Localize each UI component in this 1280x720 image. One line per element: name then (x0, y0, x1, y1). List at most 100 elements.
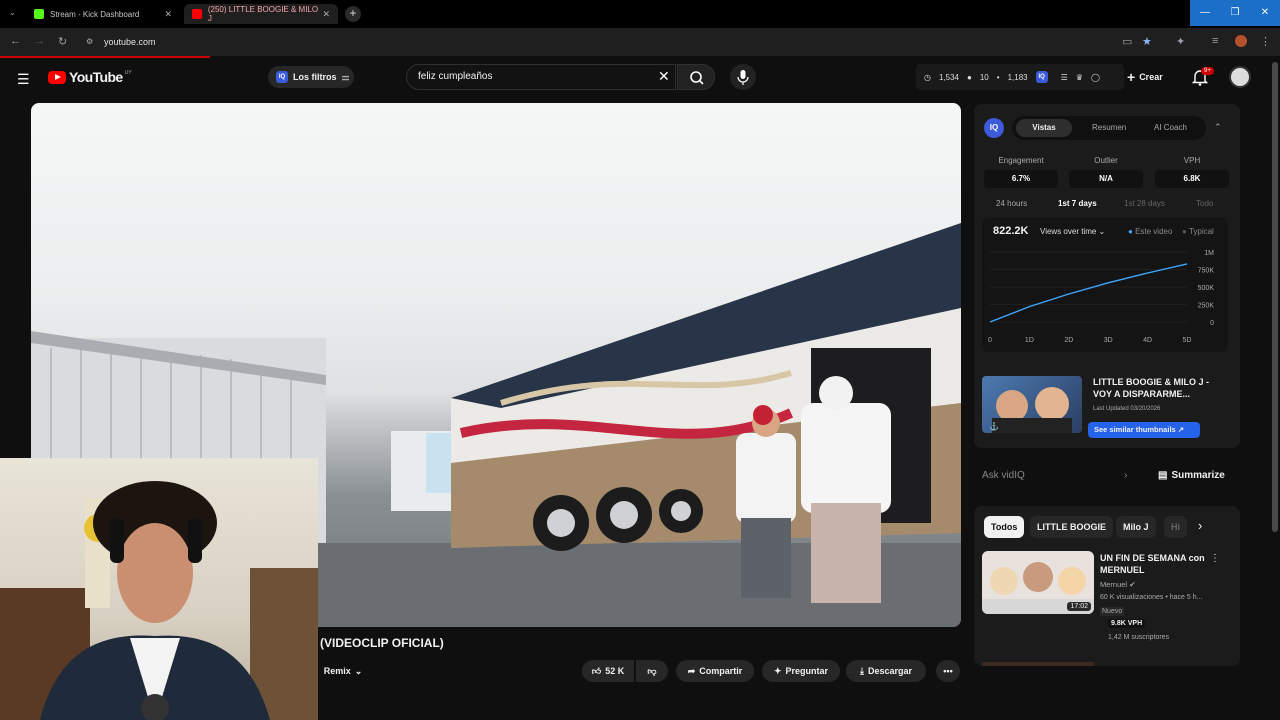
like-button[interactable]: 👍︎ 52 K (582, 660, 634, 682)
minimize-button[interactable]: — (1190, 0, 1220, 26)
sparkle-icon: ✦ (773, 665, 782, 676)
summarize-button[interactable]: ▤ Summarize (1158, 470, 1225, 481)
page-scrollbar[interactable] (1272, 62, 1278, 532)
collapse-icon[interactable]: ⌃ (1214, 122, 1222, 133)
chip-more[interactable]: Hi (1164, 516, 1187, 538)
close-tab-icon[interactable]: ✕ (322, 9, 330, 20)
voice-search-button[interactable] (730, 64, 756, 90)
x-tick-label: 2D (1064, 337, 1073, 344)
related-channel[interactable]: Mernuel ✔ (1100, 580, 1136, 589)
more-actions-button[interactable]: ••• (936, 660, 960, 682)
search-input[interactable]: feliz cumpleaños (406, 64, 676, 90)
close-tab-icon[interactable]: ✕ (164, 9, 172, 20)
reload-icon[interactable]: ↻ (58, 35, 67, 48)
hamburger-menu-icon[interactable]: ☰ (17, 71, 30, 88)
ask-vidiq-input[interactable]: Ask vidIQ (974, 462, 1144, 490)
chat-icon[interactable]: ◯ (1091, 73, 1100, 82)
range-7d[interactable]: 1st 7 days (1058, 199, 1097, 208)
summarize-label: Summarize (1171, 470, 1225, 481)
vidiq-icon[interactable]: IQ (1035, 71, 1048, 83)
create-button[interactable]: + Crear (1127, 64, 1177, 90)
vph-value: 6.8K (1155, 170, 1229, 188)
legend-este-video: ● Este video (1128, 227, 1173, 236)
youtube-icon (192, 9, 202, 19)
tab-ai-coach[interactable]: AI Coach (1154, 119, 1187, 137)
range-28d[interactable]: 1st 28 days (1124, 199, 1165, 208)
vidiq-tabs: Vistas Resumen AI Coach (1012, 116, 1206, 140)
tab-youtube[interactable]: (250) LITTLE BOOGIE & MILO J ✕ (184, 4, 338, 24)
card-title: LITTLE BOOGIE & MILO J - VOY A DISPARARM… (1093, 377, 1209, 399)
channel-name: Mernuel (1100, 580, 1128, 589)
new-badge: Nuevo (1100, 607, 1125, 616)
see-similar-button[interactable]: See similar thumbnails ↗ (1088, 422, 1200, 438)
download-icon: ⤓ (859, 665, 864, 676)
youtube-logo[interactable]: YouTube UY (48, 69, 132, 85)
restore-button[interactable]: ❐ (1220, 0, 1250, 26)
range-all[interactable]: Todo (1196, 199, 1213, 208)
range-24h[interactable]: 24 hours (996, 199, 1027, 208)
more-vertical-icon[interactable]: ⋮ (1210, 553, 1220, 564)
related-video-title[interactable]: UN FIN DE SEMANA con MERNUEL (1100, 552, 1210, 576)
legend-label: Typical (1188, 227, 1214, 236)
clear-search-icon[interactable]: ✕ (658, 68, 670, 85)
user-avatar[interactable] (1229, 66, 1251, 88)
tab-kick[interactable]: Stream - Kick Dashboard ✕ (26, 4, 180, 24)
browser-menu-icon[interactable]: ⋮ (1260, 35, 1271, 48)
award-icon[interactable]: ♛ (1076, 73, 1083, 82)
share-button[interactable]: ➦ Compartir (676, 660, 754, 682)
chip-todos[interactable]: Todos (984, 516, 1025, 538)
tab-list-icon[interactable]: ⌄ (9, 8, 16, 17)
related-thumbnail[interactable]: 17:02 (982, 551, 1094, 614)
kick-icon (34, 9, 44, 19)
create-label: Crear (1139, 72, 1163, 82)
views-line-chart: 0 250K 500K 750K 1M 0 1D 2D 3D 4D 5D (988, 250, 1215, 344)
list-icon[interactable]: ☰ (1061, 73, 1068, 82)
chip-little-boogie[interactable]: LITTLE BOOGIE (1030, 516, 1113, 538)
video-duration: 17:02 (1067, 602, 1091, 611)
ask-button[interactable]: ✦ Preguntar (762, 660, 840, 682)
series-line (989, 263, 1188, 323)
summary-icon: ▤ (1158, 470, 1168, 481)
tab-resumen[interactable]: Resumen (1092, 119, 1126, 137)
related-section: Todos LITTLE BOOGIE Milo J Hi › 17:02 UN… (974, 506, 1240, 666)
chevron-down-icon: ⌄ (354, 665, 363, 676)
video-actions: Remix ⌄ 👍︎ 52 K 👎︎ ➦ Compartir ✦ Pregunt… (0, 656, 970, 684)
next-thumbnail[interactable] (982, 662, 1094, 666)
y-tick-label: 500K (1198, 285, 1215, 292)
reading-list-icon[interactable]: ≡ (1212, 35, 1218, 47)
url-field[interactable]: ⚙ youtube.com (80, 32, 1100, 52)
forward-icon[interactable]: → (34, 35, 45, 47)
address-bar: ← → ↻ ⚙ youtube.com ▭ ★ ✦ ≡ ⋮ (0, 28, 1280, 56)
tab-vistas[interactable]: Vistas (1016, 119, 1072, 137)
bookmark-star-icon[interactable]: ★ (1142, 35, 1152, 48)
related-meta: 60 K visualizaciones • hace 5 h... (1100, 594, 1203, 601)
views-dropdown-label: Views over time (1040, 227, 1097, 236)
back-icon[interactable]: ← (10, 35, 21, 47)
tab-title: (250) LITTLE BOOGIE & MILO J (207, 5, 319, 23)
chip-milo-j[interactable]: Milo J (1116, 516, 1156, 538)
send-icon[interactable]: › (1124, 470, 1127, 481)
site-info-icon[interactable]: ⚙ (86, 32, 93, 52)
vidiq-logo-icon: IQ (984, 118, 1004, 138)
channel-stats-bar: ◷ 1,534 ● 10 • 1,183 IQ ☰ ♛ ◯ (916, 64, 1124, 90)
x-tick-label: 4D (1143, 337, 1152, 344)
extensions-icon[interactable]: ✦ (1176, 35, 1185, 48)
microphone-icon (737, 70, 749, 85)
cast-icon[interactable]: ▭ (1122, 35, 1132, 48)
close-window-button[interactable]: ✕ (1250, 0, 1280, 26)
profile-icon[interactable] (1235, 35, 1247, 47)
remix-button[interactable]: Remix ⌄ (320, 660, 366, 682)
vidiq-panel: IQ Vistas Resumen AI Coach ⌃ Engagement … (974, 104, 1240, 448)
subs-text: 1,42 M suscriptores (1108, 634, 1170, 641)
country-code: UY (124, 70, 132, 76)
new-tab-button[interactable]: + (345, 6, 361, 22)
chips-next-icon[interactable]: › (1198, 518, 1202, 533)
legend-label: Este video (1135, 227, 1173, 236)
views-dropdown[interactable]: Views over time ⌄ (1040, 227, 1105, 236)
search-button[interactable] (677, 64, 715, 90)
download-button[interactable]: ⤓ Descargar (846, 660, 926, 682)
filters-button[interactable]: IQ Los filtros ⚌ (268, 66, 354, 88)
card-updated: Last Updated 03/20/2026 (1093, 406, 1161, 412)
dislike-button[interactable]: 👎︎ (636, 660, 668, 682)
see-similar-label: See similar thumbnails (1094, 425, 1176, 434)
